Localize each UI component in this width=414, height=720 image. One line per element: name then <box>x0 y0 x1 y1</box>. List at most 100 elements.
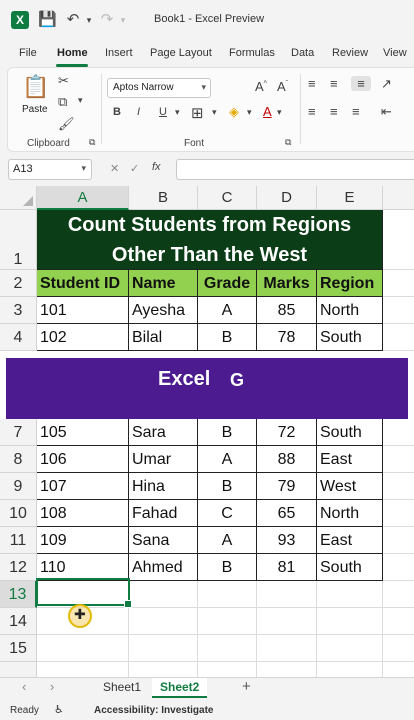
cell-name[interactable]: Ahmed <box>129 554 198 581</box>
column-header-c[interactable]: C <box>198 186 257 210</box>
insert-function-icon[interactable]: fx <box>152 161 161 173</box>
borders-dropdown-icon[interactable]: ▾ <box>212 107 217 118</box>
cell-student-id[interactable]: 109 <box>37 527 129 554</box>
empty-cell[interactable] <box>37 635 129 662</box>
font-color-dropdown-icon[interactable]: ▾ <box>277 107 282 118</box>
font-name-select[interactable]: Aptos Narrow ▾ <box>107 78 211 98</box>
cell-grade[interactable]: B <box>198 473 257 500</box>
cell-marks[interactable]: 65 <box>257 500 317 527</box>
row-header-2[interactable]: 2 <box>0 270 37 297</box>
cell-grade[interactable]: A <box>198 446 257 473</box>
empty-cell[interactable] <box>317 581 383 608</box>
align-right-icon[interactable]: ≡ <box>352 104 360 119</box>
empty-cell[interactable] <box>317 635 383 662</box>
header-cell-region[interactable]: Region <box>317 270 383 297</box>
empty-cell[interactable] <box>129 662 198 677</box>
cell-name[interactable]: Ayesha <box>129 297 198 324</box>
empty-cell[interactable] <box>257 608 317 635</box>
cell-name[interactable]: Fahad <box>129 500 198 527</box>
cell-grade[interactable]: A <box>198 527 257 554</box>
row-header-13[interactable]: 13 <box>0 581 37 608</box>
cell-student-id[interactable]: 102 <box>37 324 129 351</box>
cell-grade[interactable]: B <box>198 324 257 351</box>
empty-cell[interactable] <box>198 581 257 608</box>
row-header-7[interactable]: 7 <box>0 419 37 446</box>
font-launcher-icon[interactable]: ⧉ <box>285 137 291 148</box>
bold-icon[interactable]: B <box>113 106 121 118</box>
cancel-icon[interactable]: ✕ <box>110 162 119 175</box>
align-left-icon[interactable]: ≡ <box>308 104 316 119</box>
empty-cell[interactable] <box>198 635 257 662</box>
tab-formulas[interactable]: Formulas <box>229 47 275 59</box>
empty-cell[interactable] <box>383 324 414 351</box>
align-middle-icon[interactable]: ≡ <box>330 76 338 91</box>
cell-name[interactable]: Umar <box>129 446 198 473</box>
cell-region[interactable]: South <box>317 554 383 581</box>
column-header-blank[interactable] <box>383 186 414 210</box>
empty-cell[interactable] <box>383 554 414 581</box>
underline-icon[interactable]: U <box>159 106 167 118</box>
cell-marks[interactable]: 72 <box>257 419 317 446</box>
empty-cell[interactable] <box>257 635 317 662</box>
empty-cell[interactable] <box>257 662 317 677</box>
row-header-9[interactable]: 9 <box>0 473 37 500</box>
fill-color-dropdown-icon[interactable]: ▾ <box>247 107 252 118</box>
cell-grade[interactable]: C <box>198 500 257 527</box>
cell-marks[interactable]: 78 <box>257 324 317 351</box>
empty-cell[interactable] <box>383 500 414 527</box>
undo-dropdown-icon[interactable]: ▾ <box>80 11 98 29</box>
empty-cell[interactable] <box>383 608 414 635</box>
column-header-a[interactable]: A <box>37 186 129 210</box>
empty-cell[interactable] <box>383 419 414 446</box>
row-header-15[interactable]: 15 <box>0 635 37 662</box>
paste-icon[interactable]: 📋 <box>22 74 49 100</box>
decrease-indent-icon[interactable]: ⇤ <box>381 104 392 120</box>
cell-region[interactable]: West <box>317 473 383 500</box>
empty-cell[interactable] <box>383 297 414 324</box>
cell-region[interactable]: North <box>317 500 383 527</box>
next-sheet-icon[interactable]: › <box>50 679 54 694</box>
column-header-e[interactable]: E <box>317 186 383 210</box>
tab-file[interactable]: File <box>19 47 37 59</box>
redo-dropdown-icon[interactable]: ▾ <box>114 11 132 29</box>
tab-review[interactable]: Review <box>332 47 368 59</box>
empty-cell[interactable] <box>383 662 414 677</box>
cell-student-id[interactable]: 110 <box>37 554 129 581</box>
tab-view[interactable]: View <box>383 47 407 59</box>
cell-student-id[interactable]: 105 <box>37 419 129 446</box>
cell-marks[interactable]: 93 <box>257 527 317 554</box>
sheet-tab-sheet2[interactable]: Sheet2 <box>152 678 208 698</box>
font-color-icon[interactable]: A <box>263 104 272 119</box>
cell-grade[interactable]: A <box>198 297 257 324</box>
tab-home[interactable]: Home <box>57 47 88 59</box>
cut-icon[interactable]: ✂ <box>58 73 69 89</box>
cell-name[interactable]: Sara <box>129 419 198 446</box>
copy-dropdown-icon[interactable]: ▾ <box>78 95 83 106</box>
tab-insert[interactable]: Insert <box>105 47 133 59</box>
row-header-11[interactable]: 11 <box>0 527 37 554</box>
orientation-icon[interactable]: ↗ <box>381 76 392 92</box>
fill-color-icon[interactable]: ◈ <box>229 104 239 120</box>
empty-cell[interactable] <box>383 473 414 500</box>
copy-icon[interactable]: ⧉ <box>58 94 67 110</box>
empty-cell[interactable] <box>129 608 198 635</box>
cell-student-id[interactable]: 108 <box>37 500 129 527</box>
empty-cell[interactable] <box>317 662 383 677</box>
align-top-icon[interactable]: ≡ <box>308 76 316 91</box>
sheet-tab-sheet1[interactable]: Sheet1 <box>95 678 149 698</box>
empty-cell[interactable] <box>257 581 317 608</box>
cell-marks[interactable]: 85 <box>257 297 317 324</box>
format-painter-icon[interactable]: 🖌 <box>58 116 75 132</box>
cell-name[interactable]: Hina <box>129 473 198 500</box>
cell-region[interactable]: East <box>317 527 383 554</box>
row-header-8[interactable]: 8 <box>0 446 37 473</box>
cell-region[interactable]: East <box>317 446 383 473</box>
accessibility-status[interactable]: Accessibility: Investigate <box>94 705 214 716</box>
cell-region[interactable]: South <box>317 324 383 351</box>
accessibility-icon[interactable]: ♿ <box>54 703 64 716</box>
cell-grade[interactable]: B <box>198 554 257 581</box>
italic-icon[interactable]: I <box>137 106 140 118</box>
row-header-16[interactable] <box>0 662 37 677</box>
header-cell-student-id[interactable]: Student ID <box>37 270 129 297</box>
name-box[interactable]: A13 ▾ <box>8 159 92 180</box>
